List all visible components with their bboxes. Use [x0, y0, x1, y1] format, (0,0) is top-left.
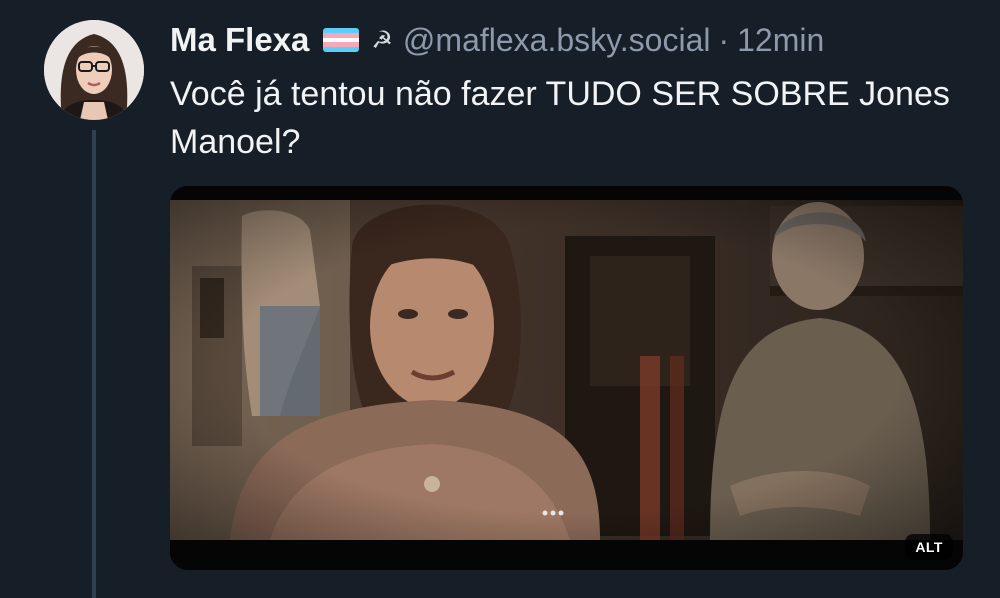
flag-stripe — [323, 47, 360, 52]
post-timestamp[interactable]: 12min — [737, 22, 824, 59]
header-separator: · — [718, 21, 730, 58]
avatar-image — [44, 20, 144, 120]
author-display-name[interactable]: Ma Flexa — [170, 21, 309, 59]
post-header: Ma Flexa ☭ @maflexa.bsky.social · 12min — [170, 18, 824, 62]
post-media[interactable]: ALT — [170, 186, 963, 570]
trans-flag-icon — [323, 28, 360, 52]
alt-text-badge[interactable]: ALT — [905, 534, 953, 560]
author-avatar[interactable] — [44, 20, 144, 120]
media-image — [170, 186, 963, 570]
post-text: Você já tentou não fazer TUDO SER SOBRE … — [170, 75, 950, 161]
hammer-sickle-icon: ☭ — [371, 26, 393, 54]
post: Ma Flexa ☭ @maflexa.bsky.social · 12min … — [0, 0, 1000, 598]
subtitle-dots-icon — [542, 510, 564, 516]
author-handle[interactable]: @maflexa.bsky.social — [403, 22, 711, 59]
thread-line — [92, 130, 96, 598]
